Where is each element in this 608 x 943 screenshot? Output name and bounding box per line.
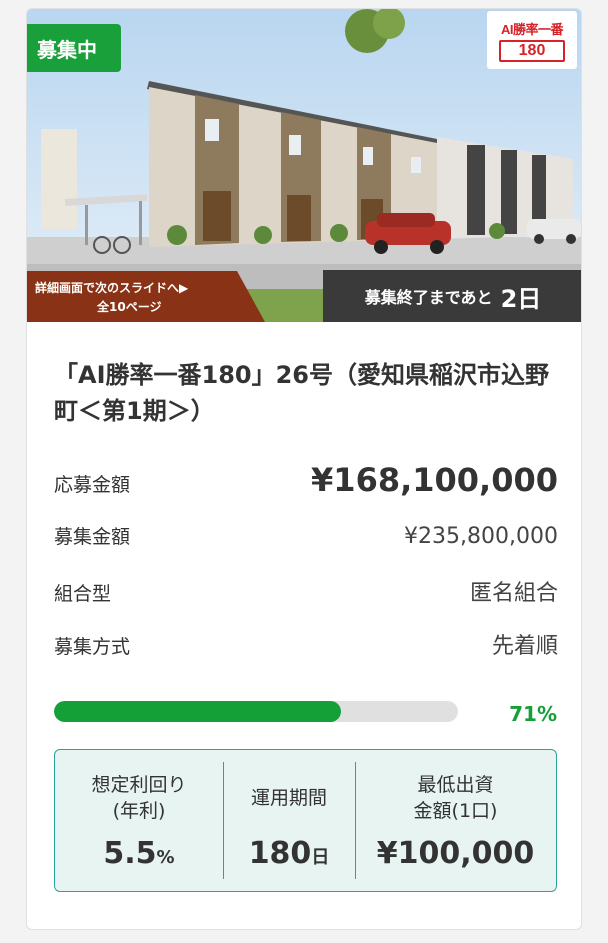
funding-progress-bar	[54, 701, 458, 722]
fund-card[interactable]: 募集中 AI勝率一番 180 詳細画面で次のスライドへ▶ 全10ページ 募集終了…	[26, 8, 582, 930]
brand-logo-name: AI勝率一番	[500, 21, 564, 37]
partnership-type-label: 組合型	[54, 583, 112, 605]
brand-logo: AI勝率一番 180	[487, 11, 577, 69]
minimum-investment-label-line2: 金額(1口)	[413, 800, 498, 822]
deadline-days: 2日	[500, 284, 542, 313]
brand-logo-number: 180	[498, 39, 566, 62]
operation-period-label: 運用期間	[251, 770, 327, 826]
expected-yield: 想定利回り (年利) 5.5%	[55, 750, 223, 891]
minimum-investment-label-line1: 最低出資	[417, 774, 494, 796]
recruiting-badge-label: 募集中	[37, 37, 97, 62]
recruit-method-row: 募集方式 先着順	[54, 628, 558, 660]
target-amount-value: ¥235,800,000	[404, 524, 558, 549]
minimum-investment: 最低出資 金額(1口) ¥100,000	[355, 750, 556, 891]
recruit-method-value: 先着順	[491, 634, 558, 659]
partnership-type-row: 組合型 匿名組合	[54, 575, 558, 607]
operation-period-value: 180日	[249, 836, 330, 871]
operation-period-label-text: 運用期間	[250, 787, 327, 809]
recruiting-badge: 募集中	[27, 24, 121, 72]
recruit-method-label: 募集方式	[54, 636, 131, 658]
expected-yield-unit: %	[156, 847, 175, 868]
target-amount-label: 募集金額	[54, 526, 131, 548]
fund-title[interactable]: 「AI勝率一番180」26号（愛知県稲沢市込野町＜第1期＞）	[54, 357, 564, 429]
minimum-investment-label: 最低出資 金額(1口)	[414, 770, 498, 826]
operation-period-unit: 日	[311, 847, 330, 868]
slide-page-count: 全10ページ	[97, 299, 162, 314]
slide-hint-banner[interactable]: 詳細画面で次のスライドへ▶ 全10ページ	[27, 271, 265, 322]
fund-summary-box: 想定利回り (年利) 5.5% 運用期間 180日 最低出資 金額(1口) ¥1…	[54, 749, 557, 892]
funding-progress-percent: 71%	[509, 702, 557, 726]
expected-yield-label-line2: (年利)	[112, 800, 166, 822]
expected-yield-number: 5.5	[103, 836, 157, 871]
expected-yield-label-line1: 想定利回り	[91, 774, 187, 796]
expected-yield-label: 想定利回り (年利)	[91, 770, 186, 826]
expected-yield-value: 5.5%	[103, 836, 174, 871]
deadline-prefix: 募集終了まであと	[364, 288, 493, 307]
applied-amount-value: ¥168,100,000	[311, 461, 558, 499]
partnership-type-value: 匿名組合	[469, 581, 558, 606]
operation-period-number: 180	[248, 836, 312, 871]
minimum-investment-value: ¥100,000	[376, 836, 535, 871]
property-image[interactable]: 募集中 AI勝率一番 180 詳細画面で次のスライドへ▶ 全10ページ 募集終了…	[27, 9, 581, 322]
target-amount-row: 募集金額 ¥235,800,000	[54, 522, 558, 549]
slide-hint-text: 詳細画面で次のスライドへ▶	[35, 280, 189, 295]
deadline-banner: 募集終了まであと 2日	[323, 270, 581, 322]
applied-amount-row: 応募金額 ¥168,100,000	[54, 461, 558, 499]
funding-progress-fill	[54, 701, 341, 722]
applied-amount-label: 応募金額	[54, 474, 131, 496]
operation-period: 運用期間 180日	[223, 750, 355, 891]
